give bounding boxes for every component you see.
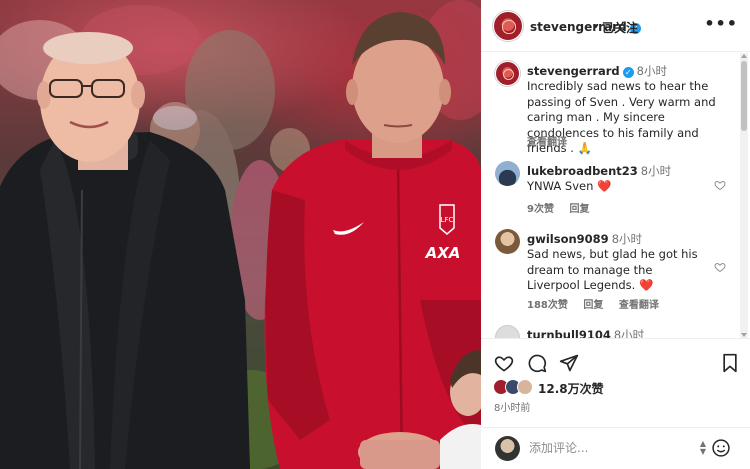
svg-text:AXA: AXA <box>425 244 461 262</box>
add-comment-row: ▲ ▼ <box>481 427 750 469</box>
separator-dot: • <box>592 20 600 34</box>
caption-item: stevengerrard ✓ 8小时 Incredibly sad news to… <box>481 61 738 155</box>
comment-item: lukebroadbent23 8小时 YNWA Sven ❤️ 9次赞 回复 <box>481 161 738 221</box>
comment-reply-button[interactable]: 回复 <box>583 300 603 311</box>
comment-item: turnbull9104 8小时 <box>481 325 738 338</box>
commenter-avatar[interactable] <box>495 325 520 338</box>
comment-icon[interactable] <box>527 353 547 373</box>
comment-heart-icon[interactable] <box>714 261 726 273</box>
bookmark-icon[interactable] <box>720 353 740 373</box>
post-photo: LFC AXA <box>0 0 481 469</box>
comments-scrollbar[interactable] <box>740 53 748 338</box>
following-button[interactable]: 已关注 <box>602 19 638 36</box>
comment-heart-icon[interactable] <box>714 179 726 191</box>
comment-username[interactable]: turnbull9104 8小时 <box>527 327 644 338</box>
comment-time: 8小时 <box>640 164 672 178</box>
comment-meta: 188次赞 回复 查看翻译 <box>527 296 671 311</box>
commenter-avatar[interactable] <box>495 161 520 186</box>
comments-list: stevengerrard ✓ 8小时 Incredibly sad news to… <box>481 53 738 338</box>
post-header: stevengerrard ✓ • 已关注 ••• <box>481 0 750 52</box>
comment-username[interactable]: lukebroadbent23 8小时 <box>527 163 671 179</box>
caption-time: 8小时 <box>636 64 667 78</box>
scroll-down-arrow-icon[interactable] <box>741 333 747 337</box>
comment-item: gwilson9089 8小时 Sad news, but glad he got… <box>481 229 738 319</box>
current-user-avatar <box>495 436 520 461</box>
comment-text: YNWA Sven ❤️ <box>527 179 612 193</box>
input-resize-stepper[interactable]: ▲ ▼ <box>699 440 707 456</box>
caption-meta: 查看翻译 <box>527 133 579 148</box>
comment-username-text[interactable]: turnbull9104 <box>527 328 611 338</box>
comment-time: 8小时 <box>611 232 643 246</box>
commenter-avatar[interactable] <box>495 229 520 254</box>
comment-likes[interactable]: 188次赞 <box>527 300 568 311</box>
comment-username-text[interactable]: gwilson9089 <box>527 232 609 246</box>
caption-translate-link[interactable]: 查看翻译 <box>527 137 567 148</box>
scroll-up-arrow-icon[interactable] <box>741 54 747 58</box>
lfc-crest-avatar-icon[interactable] <box>493 11 523 41</box>
likers-avatars[interactable] <box>493 379 537 395</box>
verified-badge-icon: ✓ <box>622 67 634 78</box>
caption-username[interactable]: stevengerrard ✓ 8小时 <box>527 63 667 79</box>
emoji-icon[interactable] <box>711 438 731 458</box>
comment-text: Sad news, but glad he got his dream to m… <box>527 247 698 292</box>
comment-time: 8小时 <box>613 328 645 338</box>
svg-text:LFC: LFC <box>441 216 454 224</box>
comment-translate-link[interactable]: 查看翻译 <box>619 300 659 311</box>
photo-illustration: LFC AXA <box>0 0 481 469</box>
post-actions: 12.8万次赞 8小时前 ▲ ▼ <box>481 338 750 469</box>
liker-avatar <box>517 379 533 395</box>
likes-count[interactable]: 12.8万次赞 <box>538 380 604 397</box>
more-options-icon[interactable]: ••• <box>704 14 738 33</box>
post-time-ago: 8小时前 <box>494 403 531 414</box>
comment-username[interactable]: gwilson9089 8小时 <box>527 231 642 247</box>
scrollbar-thumb[interactable] <box>741 61 747 131</box>
stepper-down-icon[interactable]: ▼ <box>699 448 707 456</box>
comment-reply-button[interactable]: 回复 <box>569 204 589 215</box>
post-side-panel: stevengerrard ✓ • 已关注 ••• stevengerrard ✓ 8… <box>481 0 750 469</box>
comment-likes[interactable]: 9次赞 <box>527 204 554 215</box>
comment-meta: 9次赞 回复 <box>527 200 601 215</box>
add-comment-input[interactable] <box>529 441 689 455</box>
caption-avatar-icon[interactable] <box>495 61 520 86</box>
share-icon[interactable] <box>559 353 579 373</box>
caption-username-text[interactable]: stevengerrard <box>527 64 620 78</box>
comment-username-text[interactable]: lukebroadbent23 <box>527 164 638 178</box>
heart-icon[interactable] <box>494 353 514 373</box>
